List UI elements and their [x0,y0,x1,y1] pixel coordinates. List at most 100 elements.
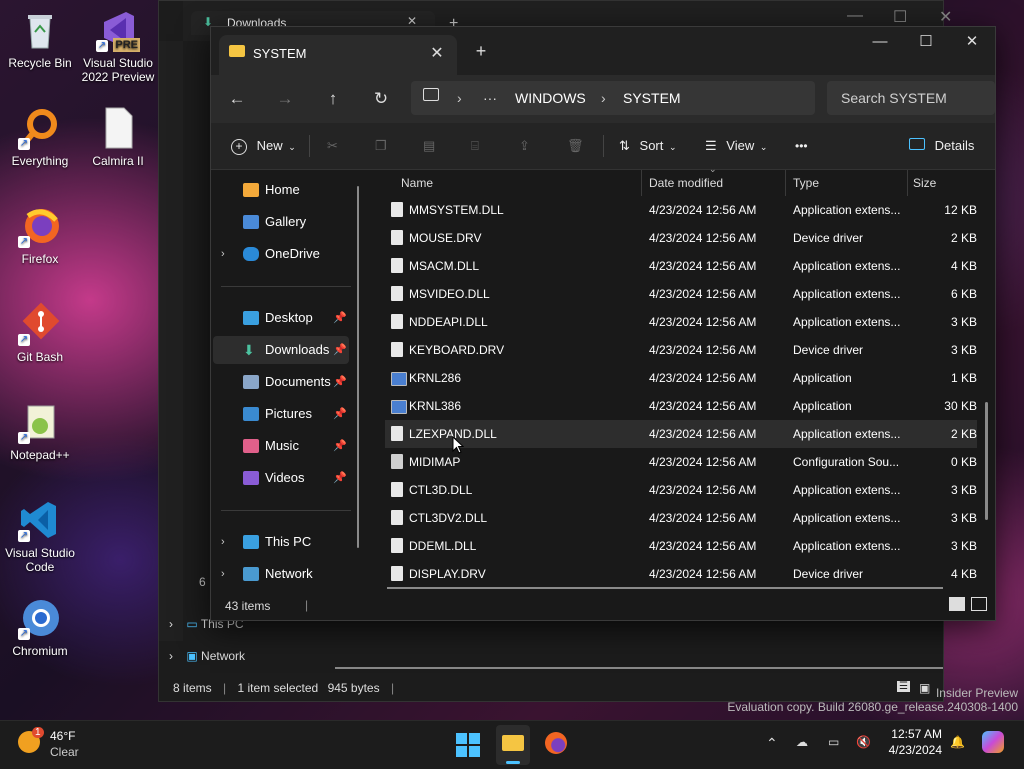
file-row[interactable]: CTL3DV2.DLL 4/23/2024 12:56 AM Application… [385,504,977,532]
sidebar-item-onedrive[interactable]: › OneDrive [213,240,349,268]
details-button[interactable]: Details [909,131,974,161]
column-divider[interactable] [785,170,786,196]
sidebar-item-gallery[interactable]: Gallery [213,208,349,236]
desktop-icon-visual-studio-preview[interactable]: PRE ↗ Visual Studio 2022 Preview [78,8,158,84]
breadcrumb[interactable]: › ··· WINDOWS › SYSTEM [411,81,815,115]
breadcrumb-windows[interactable]: WINDOWS [515,90,586,106]
cloud-offline-icon[interactable]: ☁ [796,735,808,749]
file-row[interactable]: NDDEAPI.DLL 4/23/2024 12:56 AM Application… [385,308,977,336]
search-input[interactable]: Search SYSTEM [827,81,995,115]
desktop-icon-recycle-bin[interactable]: Recycle Bin [0,8,80,70]
vertical-scrollbar[interactable] [985,402,988,520]
file-row[interactable]: MMSYSTEM.DLL 4/23/2024 12:56 AM Applicatio… [385,196,977,224]
desktop-icon-notepadpp[interactable]: ↗ Notepad++ [0,400,80,462]
file-icon [391,286,403,301]
desktop-icon-git-bash[interactable]: ↗ Git Bash [0,302,80,364]
file-row[interactable]: CTL3D.DLL 4/23/2024 12:56 AM Application e… [385,476,977,504]
tiles-view-icon[interactable] [971,597,987,611]
close-icon[interactable]: ✕ [425,42,449,66]
sidebar-item-desktop[interactable]: Desktop 📌 [213,304,349,332]
file-row[interactable]: MSACM.DLL 4/23/2024 12:56 AM Application e… [385,252,977,280]
copilot-icon[interactable] [982,731,1004,753]
desktop-icon-firefox[interactable]: ↗ Firefox [0,204,80,266]
sidebar-item-downloads[interactable]: ⬇ Downloads 📌 [213,336,349,364]
minimize-icon[interactable]: — [857,27,903,59]
paste-icon[interactable]: ▤ [423,131,435,161]
minimize-icon[interactable]: — [847,7,863,25]
desktop-icon-calmira[interactable]: Calmira II [78,106,158,168]
chromium-icon: ↗ [18,596,62,640]
close-window-icon[interactable]: ✕ [949,27,995,59]
file-name: KRNL286 [409,371,462,385]
rename-icon[interactable]: ⌸ [471,131,479,161]
column-header-date[interactable]: Date modified [649,170,723,196]
clock[interactable]: 12:57 AM 4/23/2024 [880,727,942,757]
desktop-icon-chromium[interactable]: ↗ Chromium [0,596,80,658]
sidebar-item-network[interactable]: › Network [213,560,349,588]
file-type: Application extens... [793,539,901,553]
chevron-up-icon[interactable]: ⌃ [766,735,778,752]
new-tab-icon[interactable]: + [469,39,493,63]
new-button[interactable]: + New ⌄ [231,131,296,161]
desktop-icon-everything[interactable]: ↗ Everything [0,106,80,168]
share-icon[interactable]: ⇪ [519,131,530,161]
item-count: 8 items [173,681,212,695]
taskbar-file-explorer[interactable] [496,725,530,765]
up-icon[interactable]: ↑ [317,83,349,115]
shortcut-arrow-icon: ↗ [18,628,30,640]
refresh-icon[interactable]: ↻ [365,83,397,115]
sidebar-item-home[interactable]: Home [213,176,349,204]
maximize-icon[interactable]: ☐ [903,27,949,59]
start-button[interactable] [456,733,480,757]
view-label: View [726,138,755,153]
close-window-icon[interactable]: ✕ [939,7,952,27]
column-header-type[interactable]: Type [793,170,819,196]
breadcrumb-system[interactable]: SYSTEM [623,90,681,106]
forward-icon[interactable]: → [269,83,301,115]
copy-icon[interactable]: ❐ [375,131,387,161]
taskbar-firefox[interactable] [544,731,570,757]
sidebar-item-this-pc[interactable]: › This PC [213,528,349,556]
weather-widget[interactable]: 1 46°F Clear [18,727,98,763]
delete-icon[interactable]: 🗑 [567,131,584,161]
tab-system[interactable]: SYSTEM ✕ [219,35,457,75]
sort-button[interactable]: ⇅ Sort ⌄ [619,131,677,161]
view-button[interactable]: ☰ View ⌄ [705,131,767,161]
explorer-window[interactable]: SYSTEM ✕ + — ☐ ✕ ← → ↑ ↻ › ··· WINDOWS ›… [210,26,996,621]
sidebar-item-pictures[interactable]: Pictures 📌 [213,400,349,428]
file-row[interactable]: DISPLAY.DRV 4/23/2024 12:56 AM Device driv… [385,560,977,588]
details-view-icon[interactable] [949,597,965,611]
column-header-name[interactable]: Name [401,170,433,196]
file-row[interactable]: MSVIDEO.DLL 4/23/2024 12:56 AM Application… [385,280,977,308]
breadcrumb-overflow[interactable]: ··· [483,90,497,106]
file-row[interactable]: KRNL286 4/23/2024 12:56 AM Application 1 KB [385,364,977,392]
music-icon [243,439,259,453]
column-header-size[interactable]: Size [913,170,936,196]
column-divider[interactable] [641,170,642,196]
sidebar-scrollbar[interactable] [357,186,359,548]
sidebar-item-music[interactable]: Music 📌 [213,432,349,460]
network-icon[interactable]: ▭ [828,735,839,749]
horizontal-scrollbar[interactable] [335,667,943,669]
horizontal-scrollbar[interactable] [387,587,943,589]
file-row[interactable]: DDEML.DLL 4/23/2024 12:56 AM Application e… [385,532,977,560]
download-icon: ⬇ [243,342,255,358]
back-icon[interactable]: ← [221,83,253,115]
file-row[interactable]: MIDIMAP 4/23/2024 12:56 AM Configuration S… [385,448,977,476]
file-row[interactable]: MOUSE.DRV 4/23/2024 12:56 AM Device driver… [385,224,977,252]
sidebar-item-network[interactable]: › ▣ Network [169,649,245,663]
column-divider[interactable] [907,170,908,196]
home-icon [243,183,259,197]
file-row[interactable]: KRNL386 4/23/2024 12:56 AM Application 30 K… [385,392,977,420]
sidebar-item-documents[interactable]: Documents 📌 [213,368,349,396]
folder-icon [229,45,245,57]
cut-icon[interactable]: ✂ [327,131,338,161]
maximize-icon[interactable]: ☐ [893,7,907,27]
desktop-icon-vscode[interactable]: ↗ Visual Studio Code [0,498,80,574]
notification-bell-icon[interactable]: 🔔 [950,735,965,749]
volume-muted-icon[interactable]: 🔇 [856,735,871,749]
file-row[interactable]: KEYBOARD.DRV 4/23/2024 12:56 AM Device dri… [385,336,977,364]
file-row[interactable]: LZEXPAND.DLL 4/23/2024 12:56 AM Applicatio… [385,420,977,448]
more-options-icon[interactable]: ••• [795,131,808,161]
sidebar-item-videos[interactable]: Videos 📌 [213,464,349,492]
